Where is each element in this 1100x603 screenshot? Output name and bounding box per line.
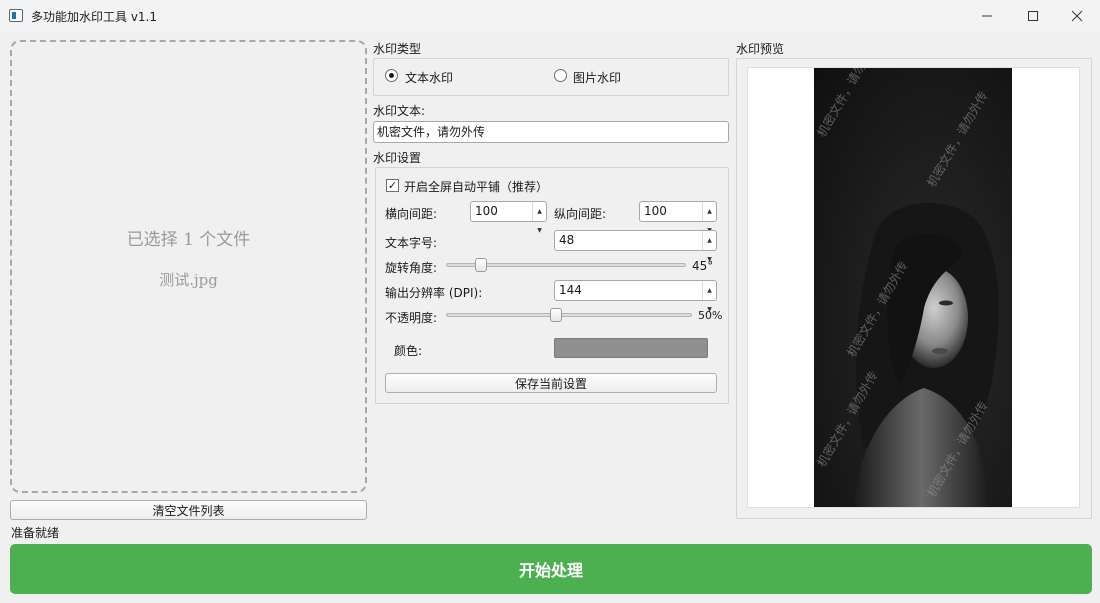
title-bar: 多功能加水印工具 v1.1 [0, 0, 1100, 32]
spin-up-icon[interactable]: ▲ [703, 231, 716, 250]
watermark-sample: 机密文件，请勿外传 [844, 258, 911, 359]
close-icon [1071, 10, 1083, 22]
font-size-spinbox[interactable]: 48 ▲ ▼ [554, 230, 717, 263]
h-spacing-label: 横向间距: [385, 207, 438, 221]
clear-file-list-button[interactable]: 清空文件列表 [10, 500, 367, 520]
opacity-value: 50% [698, 309, 723, 322]
selected-file-name: 测试.jpg [159, 271, 218, 289]
save-settings-button[interactable]: 保存当前设置 [385, 373, 717, 393]
maximize-button[interactable] [1010, 0, 1056, 32]
dpi-label: 输出分辨率 (DPI): [385, 286, 483, 300]
status-text: 准备就绪 [11, 526, 60, 540]
watermark-settings-title: 水印设置 [373, 151, 422, 165]
v-spacing-spinbox[interactable]: 100 ▲▼ [639, 201, 717, 234]
watermark-sample: 机密文件，请勿外传 [814, 368, 881, 469]
maximize-icon [1028, 11, 1038, 21]
watermark-type-title: 水印类型 [373, 42, 422, 56]
tile-checkbox[interactable]: ✓ [386, 179, 399, 192]
watermark-text-label: 水印文本: [373, 104, 426, 118]
spin-down-icon[interactable]: ▼ [533, 221, 546, 240]
font-size-value: 48 [559, 233, 575, 247]
spin-up-icon[interactable]: ▲ [703, 202, 716, 221]
dpi-spinbox[interactable]: 144 ▲ ▼ [554, 280, 717, 313]
opacity-slider-handle[interactable] [550, 308, 562, 322]
minimize-icon [982, 15, 992, 17]
watermark-sample: 机密文件，请勿外传 [924, 88, 991, 189]
rotation-slider-handle[interactable] [474, 258, 487, 272]
window-title: 多功能加水印工具 v1.1 [31, 10, 158, 24]
app-icon [9, 9, 23, 22]
dpi-value: 144 [559, 283, 582, 297]
opacity-slider[interactable] [446, 313, 692, 317]
spin-up-icon[interactable]: ▲ [533, 202, 546, 221]
radio-image-watermark[interactable] [554, 69, 567, 82]
h-spacing-spinbox[interactable]: 100 ▲ ▼ [470, 201, 547, 234]
opacity-label: 不透明度: [385, 311, 438, 325]
radio-text-watermark[interactable] [385, 69, 398, 82]
v-spacing-label: 纵向间距: [554, 207, 607, 221]
rotation-label: 旋转角度: [385, 261, 438, 275]
h-spacing-value: 100 [475, 204, 498, 218]
radio-image-watermark-label[interactable]: 图片水印 [573, 69, 621, 86]
rotation-value: 45° [692, 259, 714, 273]
start-processing-button[interactable]: 开始处理 [10, 544, 1092, 594]
preview-title: 水印预览 [736, 42, 785, 56]
watermark-sample: 机密文件，请勿外传 [924, 398, 991, 499]
close-button[interactable] [1054, 0, 1100, 32]
selected-file-count: 已选择 1 个文件 [126, 230, 251, 250]
watermark-text-input[interactable]: 机密文件，请勿外传 [373, 121, 729, 143]
watermark-sample: 机密文件，请勿外传 [814, 68, 881, 140]
minimize-button[interactable] [964, 0, 1010, 32]
color-picker-button[interactable] [554, 338, 708, 358]
font-size-label: 文本字号: [385, 236, 438, 250]
file-drop-zone[interactable]: 已选择 1 个文件 测试.jpg [10, 40, 367, 493]
color-label: 颜色: [394, 344, 423, 358]
preview-watermark-overlay: 机密文件，请勿外传 机密文件，请勿外传 机密文件，请勿外传 机密文件，请勿外传 … [814, 68, 991, 500]
v-spacing-value: 100 [644, 204, 667, 218]
spin-up-icon[interactable]: ▲ [703, 281, 716, 300]
tile-label[interactable]: 开启全屏自动平铺（推荐） [404, 178, 548, 195]
radio-text-watermark-label[interactable]: 文本水印 [405, 69, 453, 86]
